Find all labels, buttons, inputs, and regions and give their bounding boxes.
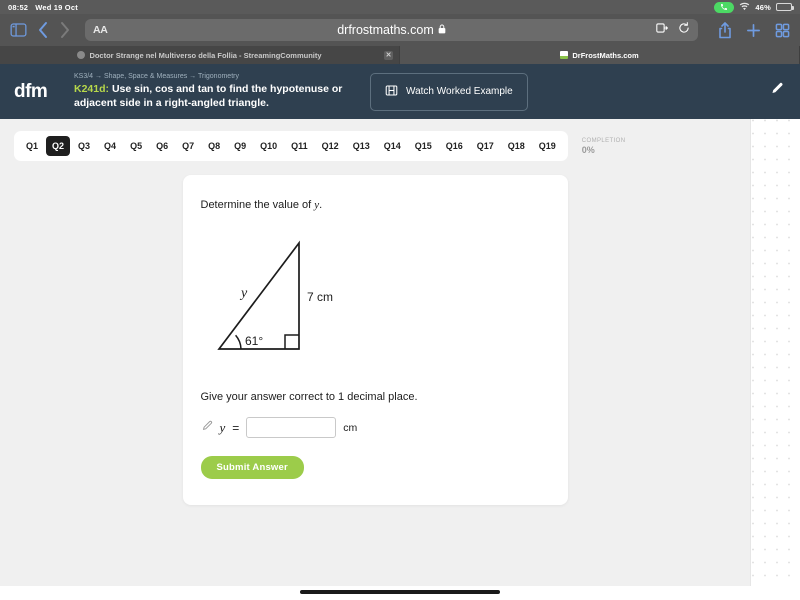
content-area: Q1 Q2 Q3 Q4 Q5 Q6 Q7 Q8 Q9 Q10 Q11 Q12 Q… [0, 119, 800, 586]
favicon-icon [560, 51, 569, 59]
question-tab-q1[interactable]: Q1 [20, 136, 44, 156]
browser-tab-title: DrFrostMaths.com [572, 50, 639, 60]
question-tab-q18[interactable]: Q18 [502, 136, 531, 156]
chevron-left-icon[interactable] [37, 21, 49, 39]
question-tab-q5[interactable]: Q5 [124, 136, 148, 156]
dot-grid-scratchpad[interactable] [750, 119, 800, 586]
question-instruction: Give your answer correct to 1 decimal pl… [200, 391, 418, 403]
question-tab-q12[interactable]: Q12 [316, 136, 345, 156]
lock-icon [438, 23, 446, 37]
chevron-right-icon[interactable] [59, 21, 71, 39]
question-nav: Q1 Q2 Q3 Q4 Q5 Q6 Q7 Q8 Q9 Q10 Q11 Q12 Q… [14, 131, 568, 161]
completion-value: 0% [581, 144, 595, 155]
question-column: Q1 Q2 Q3 Q4 Q5 Q6 Q7 Q8 Q9 Q10 Q11 Q12 Q… [0, 119, 750, 586]
question-prompt: Determine the value of y. [201, 199, 550, 211]
address-bar-url: drfrostmaths.com [337, 23, 434, 37]
share-icon[interactable] [718, 21, 732, 39]
sidebar-icon[interactable] [10, 23, 27, 37]
pencil-icon[interactable] [201, 419, 213, 437]
reload-icon[interactable] [678, 21, 690, 39]
question-tab-q3[interactable]: Q3 [72, 136, 96, 156]
question-tab-q13[interactable]: Q13 [347, 136, 376, 156]
question-tab-q16[interactable]: Q16 [440, 136, 469, 156]
app-header: dfm KS3/4 → Shape, Space & Measures → Tr… [0, 64, 800, 119]
tab-grid-icon[interactable] [775, 23, 790, 38]
browser-toolbar-right [712, 21, 790, 39]
svg-text:7 cm: 7 cm [307, 290, 333, 304]
plus-icon[interactable] [746, 23, 761, 38]
address-bar[interactable]: AA drfrostmaths.com [85, 19, 698, 41]
ipad-screen: 08:52 Wed 19 Oct 46% AA drfrostmaths.com… [0, 0, 800, 600]
browser-chrome: AA drfrostmaths.com Doctor Strange nel M… [0, 14, 800, 64]
home-indicator [300, 590, 500, 594]
status-bar-left: 08:52 Wed 19 Oct [8, 3, 78, 12]
submit-answer-button[interactable]: Submit Answer [200, 456, 304, 479]
close-icon[interactable]: ✕ [384, 50, 393, 60]
answer-row: y = cm [201, 417, 550, 438]
extensions-icon[interactable] [656, 21, 669, 39]
header-text-block: KS3/4 → Shape, Space & Measures → Trigon… [74, 73, 344, 110]
battery-icon [776, 3, 794, 11]
svg-text:y: y [239, 286, 248, 301]
question-tab-q15[interactable]: Q15 [409, 136, 438, 156]
browser-tab-title: Doctor Strange nel Multiverso della Foll… [89, 50, 322, 60]
browser-tab-drfrostmaths[interactable]: DrFrostMaths.com [400, 46, 800, 64]
browser-toolbar: AA drfrostmaths.com [0, 14, 800, 46]
battery-percent: 46% [755, 2, 771, 12]
tab-strip: Doctor Strange nel Multiverso della Foll… [0, 46, 800, 64]
completion-indicator: COMPLETION 0% [582, 138, 626, 155]
question-nav-row: Q1 Q2 Q3 Q4 Q5 Q6 Q7 Q8 Q9 Q10 Q11 Q12 Q… [0, 119, 750, 161]
answer-variable: y [219, 419, 226, 435]
question-tab-q4[interactable]: Q4 [98, 136, 122, 156]
question-tab-q17[interactable]: Q17 [471, 136, 500, 156]
page-title: K241d: Use sin, cos and tan to find the … [74, 82, 344, 110]
question-tab-q9[interactable]: Q9 [228, 136, 252, 156]
browser-tab-streaming[interactable]: Doctor Strange nel Multiverso della Foll… [0, 46, 400, 64]
completion-label: COMPLETION [581, 137, 626, 144]
question-tab-q6[interactable]: Q6 [150, 136, 174, 156]
answer-input[interactable] [246, 417, 337, 438]
question-tab-q8[interactable]: Q8 [202, 136, 226, 156]
topic-code: K241d: [74, 82, 110, 95]
phone-icon [714, 1, 735, 13]
question-tab-q7[interactable]: Q7 [176, 136, 200, 156]
address-bar-actions [656, 21, 690, 39]
reader-size-button[interactable]: AA [93, 24, 108, 36]
question-card: Determine the value of y. 61° y 7 cm Giv… [182, 175, 568, 505]
svg-text:61°: 61° [245, 334, 263, 348]
status-date: Wed 19 Oct [35, 2, 78, 12]
question-tab-q2[interactable]: Q2 [46, 136, 71, 156]
question-prompt-text: Determine the value of [200, 199, 312, 211]
address-bar-url-group: drfrostmaths.com [85, 23, 698, 37]
question-prompt-suffix: . [319, 199, 323, 211]
status-bar: 08:52 Wed 19 Oct 46% [0, 0, 800, 14]
answer-equals: = [232, 420, 240, 435]
video-icon [385, 84, 398, 100]
status-time: 08:52 [8, 2, 29, 12]
watch-worked-example-label: Watch Worked Example [406, 86, 513, 97]
answer-unit: cm [343, 421, 358, 434]
dfm-logo[interactable]: dfm [14, 81, 74, 103]
question-tab-q11[interactable]: Q11 [285, 136, 314, 156]
topic-title-text: Use sin, cos and tan to find the hypoten… [74, 82, 343, 109]
status-bar-right: 46% [714, 1, 794, 13]
breadcrumb: KS3/4 → Shape, Space & Measures → Trigon… [74, 72, 239, 80]
favicon-icon [77, 51, 86, 59]
pen-icon[interactable] [769, 82, 784, 102]
question-tab-q14[interactable]: Q14 [378, 136, 407, 156]
triangle-figure: 61° y 7 cm [201, 229, 550, 369]
question-tab-q19[interactable]: Q19 [533, 136, 562, 156]
watch-worked-example-button[interactable]: Watch Worked Example [370, 72, 528, 111]
wifi-icon [739, 2, 750, 13]
question-tab-q10[interactable]: Q10 [254, 136, 283, 156]
